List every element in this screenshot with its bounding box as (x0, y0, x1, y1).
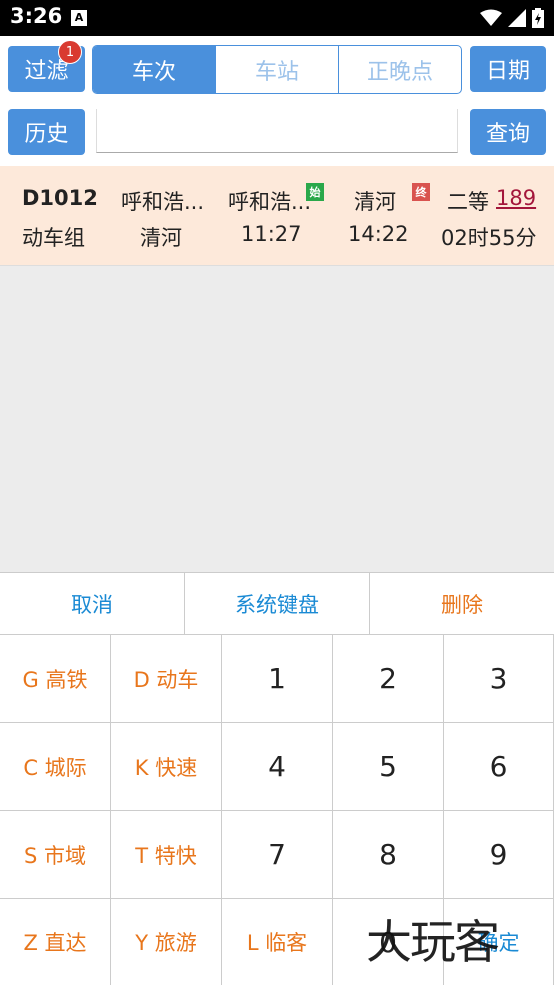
wifi-icon (480, 9, 502, 26)
key-d-emu[interactable]: D 动车 (111, 635, 222, 723)
delete-button[interactable]: 删除 (369, 573, 554, 634)
signal-icon (508, 9, 526, 27)
key-3[interactable]: 3 (444, 635, 554, 723)
status-bar: 3:26 A (0, 0, 554, 36)
depart-time: 11:27 (241, 222, 302, 246)
query-label: 查询 (485, 122, 530, 147)
query-panel: 过滤 1 车次 车站 正晚点 日期 历史 查询 (0, 36, 554, 166)
key-c-intercity[interactable]: C 城际 (0, 723, 111, 811)
key-7[interactable]: 7 (222, 811, 333, 899)
duration: 02时55分 (441, 226, 537, 250)
arrive-time: 14:22 (348, 222, 409, 246)
notification-icon: A (71, 10, 87, 26)
key-k-fast[interactable]: K 快速 (111, 723, 222, 811)
history-label: 历史 (24, 122, 69, 147)
status-time: 3:26 (10, 4, 63, 28)
key-t-express[interactable]: T 特快 (111, 811, 222, 899)
to-station: 清河 (140, 226, 182, 250)
seat-class: 二等 (447, 190, 489, 214)
key-6[interactable]: 6 (444, 723, 554, 811)
tab-station[interactable]: 车站 (215, 46, 338, 93)
query-mode-tabs: 车次 车站 正晚点 (92, 45, 462, 94)
key-8[interactable]: 8 (333, 811, 444, 899)
arrive-station: 清河 (354, 190, 396, 214)
tab-train-number[interactable]: 车次 (93, 46, 215, 93)
date-button[interactable]: 日期 (470, 46, 546, 92)
start-station-flag: 始 (306, 183, 324, 201)
train-result-row[interactable]: D1012 动车组 呼和浩... 清河 呼和浩... 始 11:27 清河 终 … (0, 166, 554, 266)
key-g-high-speed[interactable]: G 高铁 (0, 635, 111, 723)
date-label: 日期 (485, 59, 530, 84)
keyboard-actions: 取消 系统键盘 删除 (0, 573, 554, 635)
query-button[interactable]: 查询 (470, 109, 546, 155)
key-z-direct[interactable]: Z 直达 (0, 899, 111, 985)
price-link[interactable]: 189 (496, 186, 536, 210)
train-type: 动车组 (22, 226, 85, 250)
end-station-flag: 终 (412, 183, 430, 201)
status-icons (480, 8, 544, 28)
system-keyboard-button[interactable]: 系统键盘 (184, 573, 369, 634)
key-l-temporary[interactable]: L 临客 (222, 899, 333, 985)
depart-station: 呼和浩... (228, 190, 312, 214)
history-button[interactable]: 历史 (8, 109, 85, 155)
search-input[interactable] (96, 109, 458, 153)
battery-icon (532, 8, 544, 28)
key-4[interactable]: 4 (222, 723, 333, 811)
key-1[interactable]: 1 (222, 635, 333, 723)
key-9[interactable]: 9 (444, 811, 554, 899)
filter-count-badge: 1 (58, 40, 82, 64)
key-2[interactable]: 2 (333, 635, 444, 723)
key-y-tourist[interactable]: Y 旅游 (111, 899, 222, 985)
key-s-suburban[interactable]: S 市域 (0, 811, 111, 899)
key-5[interactable]: 5 (333, 723, 444, 811)
tab-delay[interactable]: 正晚点 (338, 46, 461, 93)
train-number: D1012 (22, 186, 98, 210)
watermark-logo: 大玩客 (366, 915, 500, 969)
cancel-button[interactable]: 取消 (0, 573, 184, 634)
from-station: 呼和浩... (121, 190, 205, 214)
